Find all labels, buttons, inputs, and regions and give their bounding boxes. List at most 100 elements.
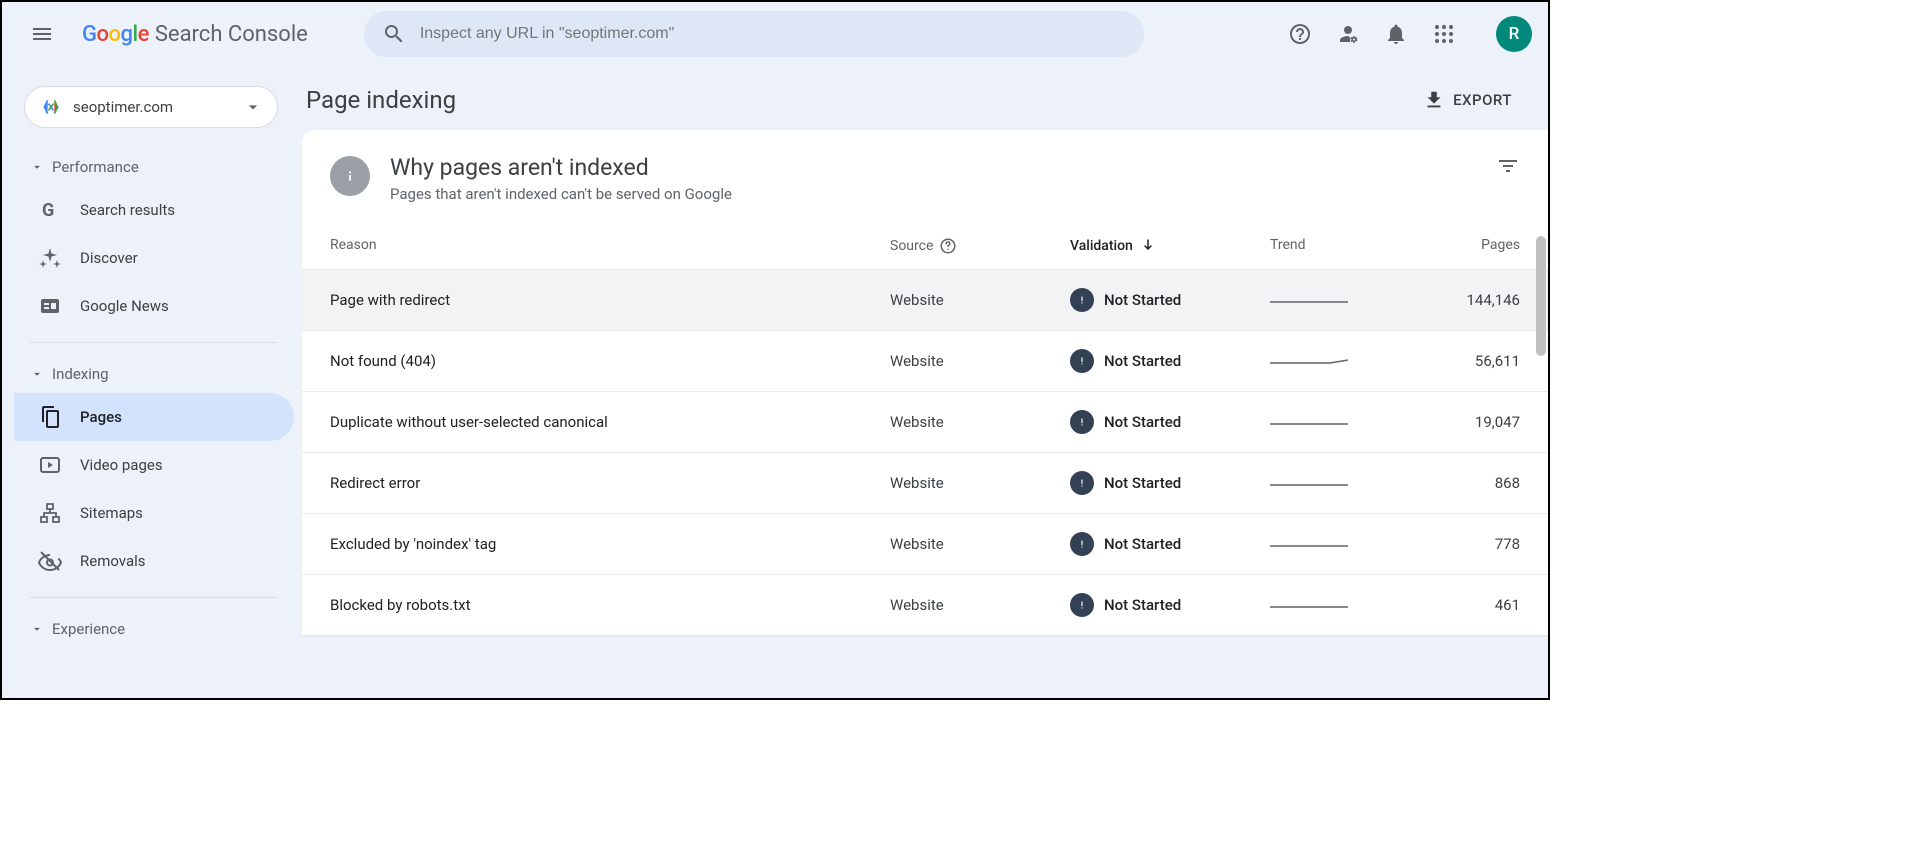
cell-trend	[1270, 354, 1420, 368]
section-label: Performance	[52, 158, 139, 176]
svg-text:G: G	[42, 200, 54, 221]
cell-validation: Not Started	[1070, 410, 1270, 434]
table-header: Reason Source Validation Trend Pages	[302, 219, 1548, 269]
sidebar-item-sitemaps[interactable]: Sitemaps	[14, 489, 294, 537]
sidebar-item-label: Removals	[80, 552, 146, 570]
cell-validation: Not Started	[1070, 349, 1270, 373]
sidebar-item-discover[interactable]: Discover	[14, 234, 294, 282]
sitemap-icon	[38, 501, 62, 525]
cell-reason: Not found (404)	[330, 352, 890, 370]
cell-source: Website	[890, 291, 1070, 309]
cell-pages: 144,146	[1420, 291, 1520, 309]
section-label: Indexing	[52, 365, 109, 383]
g-icon: G	[38, 198, 62, 222]
sidebar-item-pages[interactable]: Pages	[14, 393, 294, 441]
cell-source: Website	[890, 535, 1070, 553]
cell-pages: 868	[1420, 474, 1520, 492]
section-experience[interactable]: Experience	[14, 610, 294, 648]
table-row[interactable]: Not found (404) Website Not Started 56,6…	[302, 330, 1548, 391]
help-icon[interactable]	[939, 237, 957, 255]
cell-trend	[1270, 415, 1420, 429]
user-settings-icon[interactable]	[1336, 22, 1360, 46]
filter-icon	[1496, 154, 1520, 178]
divider	[30, 342, 278, 343]
video-icon	[38, 453, 62, 477]
cell-validation: Not Started	[1070, 288, 1270, 312]
section-indexing[interactable]: Indexing	[14, 355, 294, 393]
table-row[interactable]: Blocked by robots.txt Website Not Starte…	[302, 574, 1548, 635]
cell-trend	[1270, 293, 1420, 307]
sparkle-icon	[38, 246, 62, 270]
export-button[interactable]: EXPORT	[1423, 89, 1512, 111]
property-selector[interactable]: seoptimer.com	[24, 86, 278, 128]
sidebar-item-label: Sitemaps	[80, 504, 143, 522]
scrollbar[interactable]	[1536, 236, 1546, 356]
exclamation-icon	[1070, 532, 1094, 556]
cell-pages: 778	[1420, 535, 1520, 553]
card-title: Why pages aren't indexed	[390, 154, 732, 181]
col-validation[interactable]: Validation	[1070, 237, 1270, 255]
sidebar-item-video-pages[interactable]: Video pages	[14, 441, 294, 489]
help-icon[interactable]	[1288, 22, 1312, 46]
exclamation-icon	[1070, 593, 1094, 617]
chevron-down-icon	[243, 97, 263, 117]
cell-pages: 19,047	[1420, 413, 1520, 431]
main-menu-button[interactable]	[18, 10, 66, 58]
chevron-down-icon	[30, 622, 44, 636]
col-source[interactable]: Source	[890, 237, 1070, 255]
table-row[interactable]: Page with redirect Website Not Started 1…	[302, 269, 1548, 330]
info-icon	[330, 156, 370, 196]
product-name: Search Console	[155, 22, 308, 47]
removal-icon	[38, 549, 62, 573]
section-performance[interactable]: Performance	[14, 148, 294, 186]
cell-validation: Not Started	[1070, 593, 1270, 617]
cell-trend	[1270, 598, 1420, 612]
sidebar-item-removals[interactable]: Removals	[14, 537, 294, 585]
table-row[interactable]: Redirect error Website Not Started 868	[302, 452, 1548, 513]
cell-reason: Blocked by robots.txt	[330, 596, 890, 614]
google-logo: Google	[82, 22, 149, 47]
cell-source: Website	[890, 474, 1070, 492]
cell-pages: 56,611	[1420, 352, 1520, 370]
export-label: EXPORT	[1453, 91, 1512, 109]
cell-reason: Redirect error	[330, 474, 890, 492]
cell-trend	[1270, 537, 1420, 551]
col-pages[interactable]: Pages	[1420, 237, 1520, 255]
col-trend[interactable]: Trend	[1270, 237, 1420, 255]
search-icon	[382, 22, 406, 46]
sidebar-item-label: Search results	[80, 201, 175, 219]
sidebar-item-label: Discover	[80, 249, 138, 267]
cell-reason: Page with redirect	[330, 291, 890, 309]
product-logo: Google Search Console	[82, 22, 308, 47]
main-content: Page indexing EXPORT Why pages aren't in…	[302, 66, 1548, 698]
download-icon	[1423, 89, 1445, 111]
property-icon	[39, 95, 63, 119]
exclamation-icon	[1070, 288, 1094, 312]
cell-source: Website	[890, 413, 1070, 431]
url-inspect-input[interactable]	[420, 25, 1126, 43]
sidebar: seoptimer.com Performance G Search resul…	[2, 66, 302, 698]
account-avatar[interactable]: R	[1496, 16, 1532, 52]
cell-validation: Not Started	[1070, 532, 1270, 556]
sidebar-item-search-results[interactable]: G Search results	[14, 186, 294, 234]
exclamation-icon	[1070, 349, 1094, 373]
issues-table: Reason Source Validation Trend Pages Pag	[302, 219, 1548, 635]
arrow-down-icon	[1139, 237, 1157, 255]
exclamation-icon	[1070, 410, 1094, 434]
filter-button[interactable]	[1496, 154, 1520, 182]
divider	[30, 597, 278, 598]
sidebar-item-google-news[interactable]: Google News	[14, 282, 294, 330]
section-label: Experience	[52, 620, 125, 638]
table-row[interactable]: Excluded by 'noindex' tag Website Not St…	[302, 513, 1548, 574]
url-inspect-search[interactable]	[364, 11, 1144, 57]
notifications-icon[interactable]	[1384, 22, 1408, 46]
apps-grid-icon[interactable]	[1432, 22, 1456, 46]
col-reason[interactable]: Reason	[330, 237, 890, 255]
cell-validation: Not Started	[1070, 471, 1270, 495]
property-label: seoptimer.com	[73, 98, 233, 116]
pages-icon	[38, 405, 62, 429]
cell-source: Website	[890, 596, 1070, 614]
news-icon	[38, 294, 62, 318]
table-row[interactable]: Duplicate without user-selected canonica…	[302, 391, 1548, 452]
cell-source: Website	[890, 352, 1070, 370]
